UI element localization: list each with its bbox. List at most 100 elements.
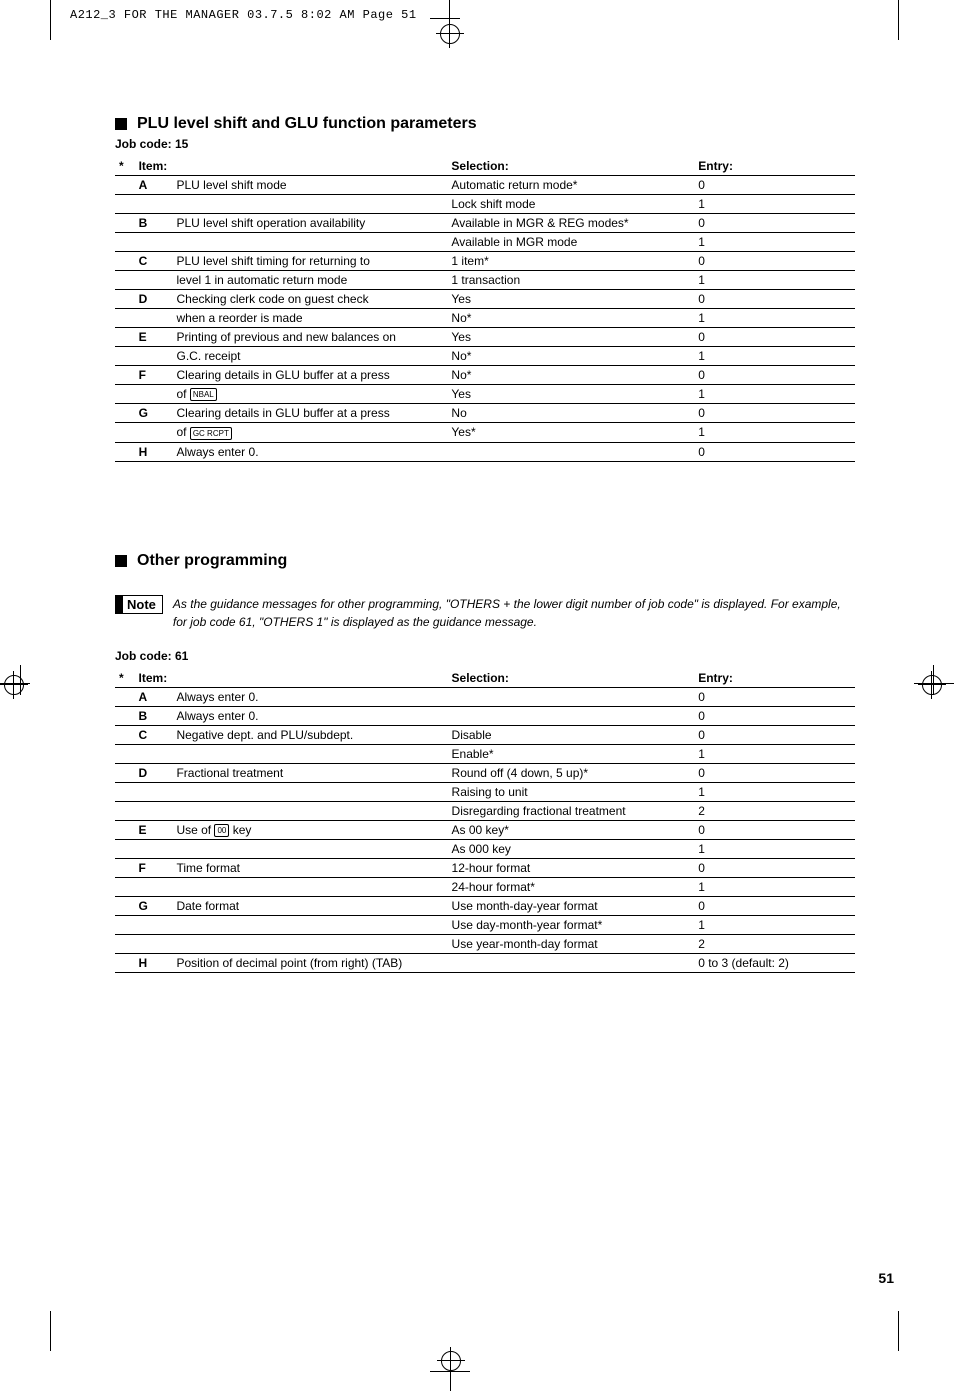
cell-item: of NBAL <box>172 385 447 404</box>
cell-star <box>115 782 135 801</box>
cell-selection: Use day-month-year format* <box>448 915 695 934</box>
table-row: BPLU level shift operation availabilityA… <box>115 214 855 233</box>
crop-mark <box>898 0 899 40</box>
cell-entry: 0 <box>694 896 855 915</box>
cell-entry: 0 <box>694 763 855 782</box>
cell-letter <box>135 915 173 934</box>
cell-star <box>115 366 135 385</box>
cell-entry: 0 <box>694 176 855 195</box>
crop-mark <box>50 1311 51 1351</box>
table-row: GClearing details in GLU buffer at a pre… <box>115 404 855 423</box>
cell-star <box>115 858 135 877</box>
cell-star <box>115 442 135 461</box>
cell-item: PLU level shift mode <box>172 176 447 195</box>
table-row: level 1 in automatic return mode1 transa… <box>115 271 855 290</box>
table-row: FClearing details in GLU buffer at a pre… <box>115 366 855 385</box>
cell-selection: Lock shift mode <box>447 195 694 214</box>
table-row: G.C. receiptNo*1 <box>115 347 855 366</box>
cell-entry: 0 <box>694 404 855 423</box>
col-star: * <box>115 669 135 688</box>
crop-mark <box>430 18 460 19</box>
cell-item: Always enter 0. <box>172 442 447 461</box>
cell-letter <box>135 423 173 442</box>
table-row: CNegative dept. and PLU/subdept.Disable0 <box>115 725 855 744</box>
cell-star <box>115 801 135 820</box>
table-row: of GC RCPTYes*1 <box>115 423 855 442</box>
cell-item <box>172 839 447 858</box>
cell-star <box>115 934 135 953</box>
table-row: EUse of 00 keyAs 00 key*0 <box>115 820 855 839</box>
cell-selection: Automatic return mode* <box>447 176 694 195</box>
crop-mark <box>898 1311 899 1351</box>
cell-letter <box>135 782 173 801</box>
cell-star <box>115 896 135 915</box>
cell-item <box>172 233 447 252</box>
table-row: APLU level shift modeAutomatic return mo… <box>115 176 855 195</box>
table-row: 24-hour format*1 <box>115 877 855 896</box>
cell-item: Use of 00 key <box>172 820 447 839</box>
cell-item: Clearing details in GLU buffer at a pres… <box>172 404 447 423</box>
parameters-table-1: * Item: Selection: Entry: APLU level shi… <box>115 157 855 462</box>
table-row: Enable*1 <box>115 744 855 763</box>
cell-star <box>115 347 135 366</box>
cell-selection <box>448 706 695 725</box>
cell-star <box>115 763 135 782</box>
table-row: Use day-month-year format*1 <box>115 915 855 934</box>
cell-selection: No* <box>447 366 694 385</box>
cell-star <box>115 744 135 763</box>
cell-entry: 0 <box>694 252 855 271</box>
cell-letter: D <box>135 290 173 309</box>
cell-star <box>115 252 135 271</box>
cell-item: level 1 in automatic return mode <box>172 271 447 290</box>
cell-letter: F <box>135 366 173 385</box>
cell-entry: 1 <box>694 385 855 404</box>
col-selection: Selection: <box>448 669 695 688</box>
registration-mark <box>440 24 460 44</box>
cell-star <box>115 290 135 309</box>
cell-entry: 2 <box>694 934 855 953</box>
cell-star <box>115 687 135 706</box>
cell-letter <box>135 309 173 328</box>
cell-letter: G <box>135 404 173 423</box>
cell-selection <box>447 442 694 461</box>
cell-selection: Disregarding fractional treatment <box>448 801 695 820</box>
table-row: Use year-month-day format2 <box>115 934 855 953</box>
cell-star <box>115 328 135 347</box>
cell-item: PLU level shift operation availability <box>172 214 447 233</box>
cell-star <box>115 953 135 972</box>
cell-entry: 1 <box>694 839 855 858</box>
cell-selection <box>448 687 695 706</box>
note-text: As the guidance messages for other progr… <box>173 595 855 631</box>
cell-star <box>115 706 135 725</box>
bullet-square-icon <box>115 118 127 130</box>
cell-star <box>115 725 135 744</box>
cell-star <box>115 877 135 896</box>
cell-entry: 0 <box>694 687 855 706</box>
table-row: HPosition of decimal point (from right) … <box>115 953 855 972</box>
cell-item <box>172 744 447 763</box>
keycap-icon: GC RCPT <box>190 427 232 440</box>
cell-star <box>115 309 135 328</box>
table-row: As 000 key1 <box>115 839 855 858</box>
cell-selection: No* <box>447 309 694 328</box>
cell-item: Always enter 0. <box>172 706 447 725</box>
cell-entry: 1 <box>694 423 855 442</box>
cell-entry: 0 <box>694 366 855 385</box>
cell-letter: G <box>135 896 173 915</box>
cell-entry: 1 <box>694 915 855 934</box>
cell-selection: No <box>447 404 694 423</box>
cell-entry: 0 <box>694 725 855 744</box>
cell-star <box>115 195 135 214</box>
cell-letter <box>135 801 173 820</box>
cell-letter: B <box>135 214 173 233</box>
cell-star <box>115 839 135 858</box>
bullet-square-icon <box>115 555 127 567</box>
cell-selection: Available in MGR & REG modes* <box>447 214 694 233</box>
table-row: DChecking clerk code on guest checkYes0 <box>115 290 855 309</box>
cell-letter <box>135 271 173 290</box>
cell-item: Clearing details in GLU buffer at a pres… <box>172 366 447 385</box>
section-title: Other programming <box>137 552 287 570</box>
print-header: A212_3 FOR THE MANAGER 03.7.5 8:02 AM Pa… <box>70 8 417 22</box>
parameters-table-2: * Item: Selection: Entry: AAlways enter … <box>115 669 855 973</box>
crop-mark <box>50 0 51 40</box>
